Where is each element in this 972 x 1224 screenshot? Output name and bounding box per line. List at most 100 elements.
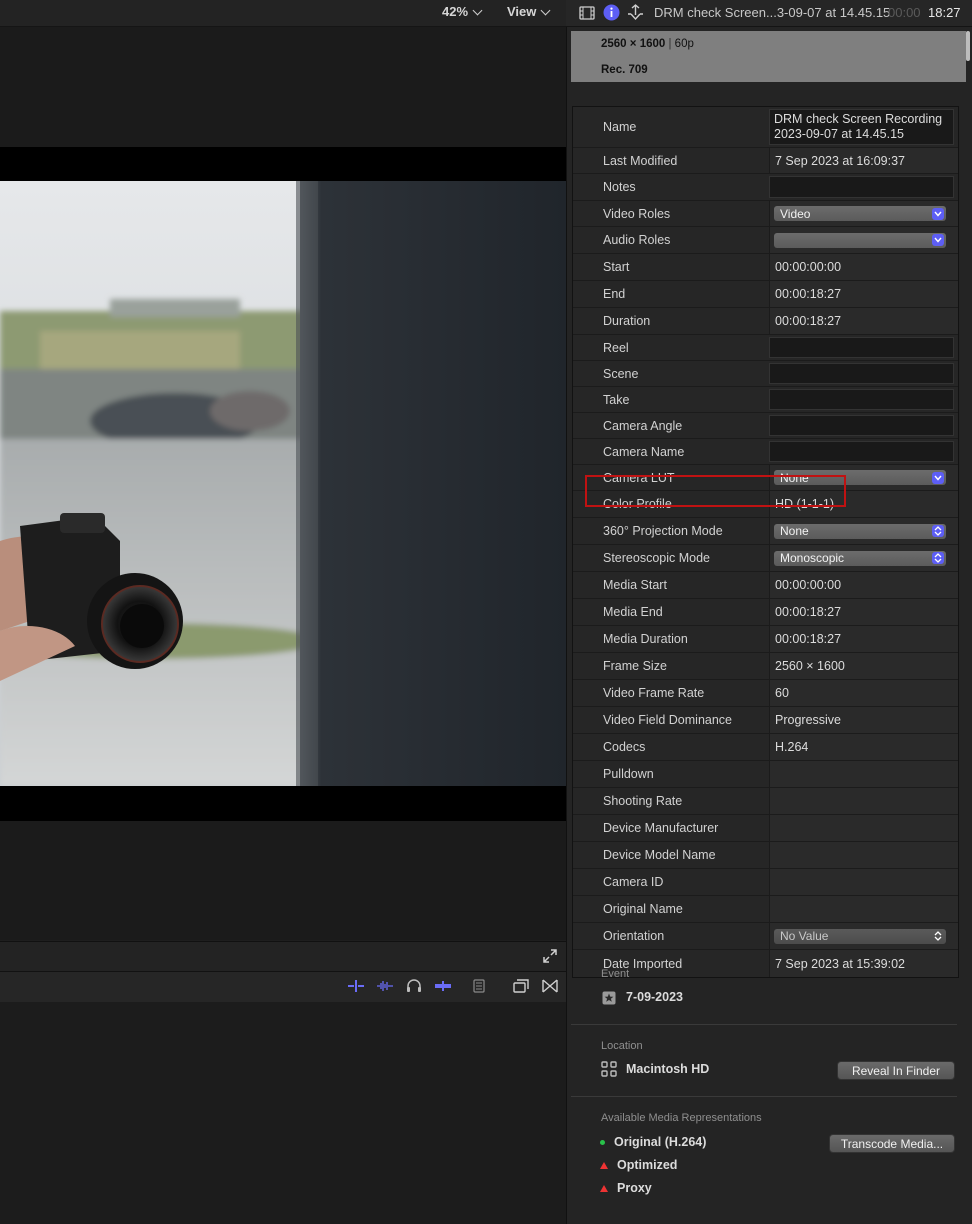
- date-imported-value: 7 Sep 2023 at 15:39:02: [769, 950, 958, 977]
- media-representation-name: Original (H.264): [614, 1135, 707, 1149]
- video-frame-image: [0, 181, 566, 786]
- transcode-media-button[interactable]: Transcode Media...: [829, 1134, 955, 1153]
- video-frame[interactable]: [0, 181, 566, 786]
- inspector-scrollbar[interactable]: [966, 31, 970, 61]
- snapping-icon[interactable]: [434, 978, 452, 994]
- transitions-browser-icon[interactable]: [541, 978, 559, 994]
- zoom-popup[interactable]: 42%: [442, 4, 483, 19]
- metadata-label: Orientation: [603, 929, 665, 943]
- metadata-label: 360° Projection Mode: [603, 524, 723, 538]
- 360-projection-mode-value-cell: None: [769, 518, 958, 544]
- orientation-popup[interactable]: No Value: [774, 928, 946, 944]
- stereoscopic-mode-popup[interactable]: Monoscopic: [774, 550, 946, 566]
- video-roles-popup[interactable]: Video: [774, 206, 946, 221]
- metadata-label: Device Model Name: [603, 848, 716, 862]
- reel-field[interactable]: [769, 337, 954, 358]
- video-roles-popup-label: Video: [780, 206, 811, 221]
- camera-angle-field[interactable]: [769, 415, 954, 436]
- metadata-label: Original Name: [603, 902, 683, 916]
- metadata-row-camera-angle: Camera Angle: [573, 413, 958, 439]
- scene-field[interactable]: [769, 363, 954, 384]
- stereoscopic-mode-popup-label: Monoscopic: [780, 551, 845, 565]
- video-waveform-icon[interactable]: [347, 978, 365, 994]
- divider: [571, 1024, 957, 1025]
- media-representation-item: Original (H.264): [600, 1135, 706, 1149]
- original-name-value: [769, 896, 958, 922]
- view-label: View: [507, 4, 537, 19]
- location-label: Location: [601, 1040, 643, 1052]
- media-representations-label: Available Media Representations: [601, 1112, 762, 1124]
- metadata-row-device-manufacturer: Device Manufacturer: [573, 815, 958, 842]
- take-field[interactable]: [769, 389, 954, 410]
- clip-appearance-icon[interactable]: [470, 978, 488, 994]
- info-icon[interactable]: [602, 4, 620, 21]
- media-representation-name: Optimized: [617, 1158, 678, 1172]
- chevron-updown-icon: [932, 207, 944, 220]
- film-icon[interactable]: [578, 4, 596, 21]
- video-roles-value-cell: Video: [769, 201, 958, 226]
- chevron-updown-icon: [932, 552, 944, 564]
- clip-summary: 2560 × 1600 | 60p Rec. 709: [571, 31, 966, 82]
- status-missing-icon: [600, 1161, 608, 1169]
- media-start-value: 00:00:00:00: [769, 572, 958, 598]
- metadata-row-original-name: Original Name: [573, 896, 958, 923]
- metadata-row-video-field-dominance: Video Field Dominance Progressive: [573, 707, 958, 734]
- timecode-prefix: 00:00: [888, 5, 921, 20]
- metadata-label: Media End: [603, 605, 663, 619]
- metadata-row-video-frame-rate: Video Frame Rate 60: [573, 680, 958, 707]
- duration-value: 00:00:18:27: [769, 308, 958, 334]
- metadata-row-camera-id: Camera ID: [573, 869, 958, 896]
- metadata-label: End: [603, 287, 626, 301]
- clip-title: DRM check Screen...3-09-07 at 14.45.15: [654, 5, 891, 20]
- media-duration-value: 00:00:18:27: [769, 626, 958, 652]
- 360-projection-mode-popup[interactable]: None: [774, 523, 946, 539]
- camera-name-field[interactable]: [769, 441, 954, 462]
- timeline-index-icon[interactable]: [512, 978, 530, 994]
- 360-projection-mode-popup-label: None: [780, 524, 809, 538]
- timeline-area[interactable]: [0, 1002, 566, 1224]
- summary-color-space: Rec. 709: [601, 64, 648, 76]
- metadata-row-frame-size: Frame Size 2560 × 1600: [573, 653, 958, 680]
- headphones-icon[interactable]: [405, 978, 423, 994]
- metadata-label: Frame Size: [603, 659, 667, 673]
- chevron-updown-icon: [932, 234, 944, 246]
- metadata-row-end: End 00:00:18:27: [573, 281, 958, 308]
- metadata-row-pulldown: Pulldown: [573, 761, 958, 788]
- event-value: 7-09-2023: [626, 990, 683, 1004]
- divider: [571, 1096, 957, 1097]
- metadata-row-reel: Reel: [573, 335, 958, 361]
- chevron-updown-icon: [932, 471, 944, 484]
- media-representation-item: Optimized: [600, 1158, 677, 1172]
- metadata-row-take: Take: [573, 387, 958, 413]
- metadata-row-media-start: Media Start 00:00:00:00: [573, 572, 958, 599]
- last-modified-value: 7 Sep 2023 at 16:09:37: [769, 148, 958, 173]
- metadata-row-date-imported: Date Imported 7 Sep 2023 at 15:39:02: [573, 950, 958, 977]
- event-label: Event: [601, 968, 630, 980]
- metadata-label: Take: [603, 392, 630, 407]
- fullscreen-icon[interactable]: [543, 949, 557, 966]
- metadata-row-360-projection-mode: 360° Projection Mode None: [573, 518, 958, 545]
- orientation-value-cell: No Value: [769, 923, 958, 949]
- metadata-label: Shooting Rate: [603, 794, 683, 808]
- metadata-label: Media Duration: [603, 632, 688, 646]
- chevron-down-icon: [472, 5, 483, 15]
- metadata-row-last-modified: Last Modified 7 Sep 2023 at 16:09:37: [573, 148, 958, 174]
- reveal-in-finder-button[interactable]: Reveal In Finder: [837, 1061, 955, 1080]
- event-star-icon: [602, 991, 616, 1008]
- annotation-highlight-box: [585, 475, 846, 507]
- summary-fps: 60p: [674, 38, 694, 50]
- library-grid-icon: [601, 1061, 617, 1080]
- audio-roles-popup[interactable]: [774, 232, 946, 248]
- view-menu-button[interactable]: View: [507, 4, 551, 19]
- audio-waveform-icon[interactable]: [376, 978, 394, 994]
- metadata-label: Audio Roles: [603, 233, 671, 247]
- notes-field[interactable]: [769, 176, 954, 198]
- share-icon[interactable]: [626, 4, 644, 21]
- metadata-row-camera-name: Camera Name: [573, 439, 958, 465]
- metadata-row-media-end: Media End 00:00:18:27: [573, 599, 958, 626]
- name-field[interactable]: DRM check Screen Recording 2023-09-07 at…: [769, 109, 954, 145]
- metadata-row-scene: Scene: [573, 361, 958, 387]
- summary-resolution: 2560 × 1600: [601, 38, 666, 50]
- metadata-label: Camera ID: [603, 875, 664, 889]
- shooting-rate-value: [769, 788, 958, 814]
